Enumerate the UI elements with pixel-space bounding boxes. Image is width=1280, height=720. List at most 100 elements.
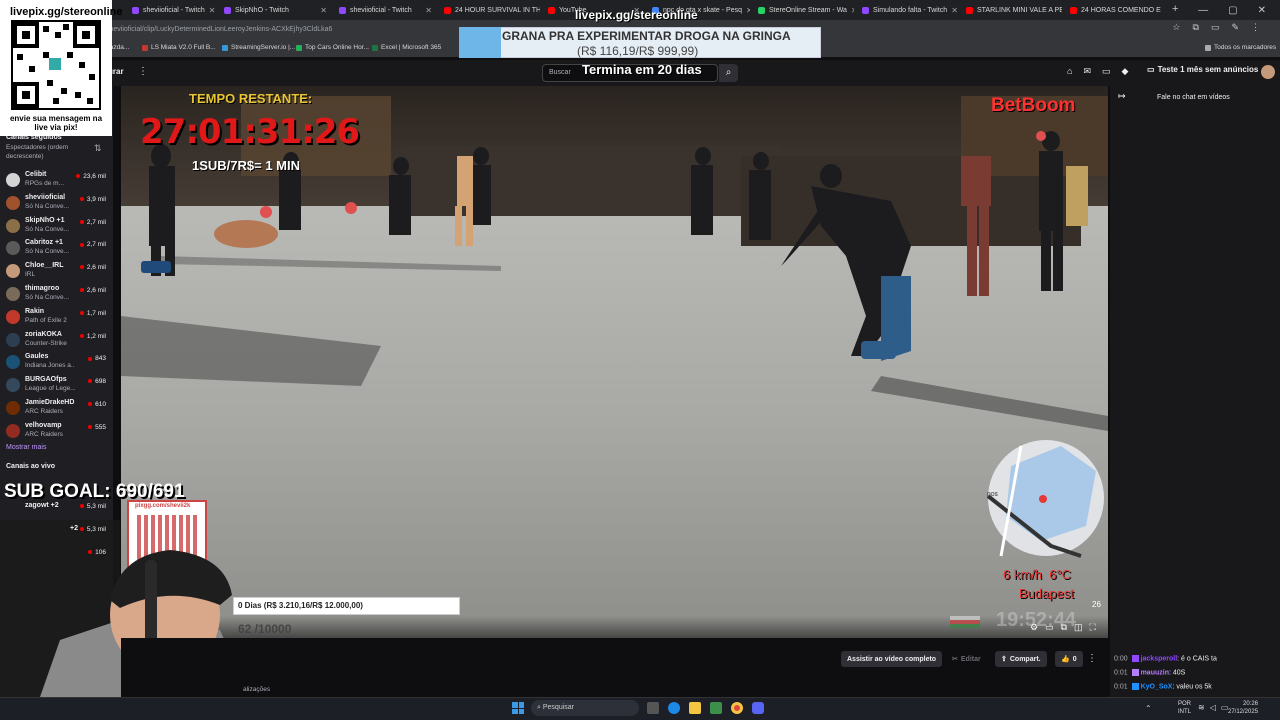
wifi-icon[interactable]: ≋ xyxy=(1198,703,1205,712)
live-channel[interactable]: +2 5,3 mil xyxy=(6,521,108,543)
live-dot-icon xyxy=(79,242,84,247)
sidebar-channel[interactable]: Rakin Path of Exile 2 1,7 mil xyxy=(6,307,108,329)
store-icon[interactable] xyxy=(710,702,722,714)
channel-name: JamieDrakeHD xyxy=(25,399,75,406)
chat-username[interactable]: jacksperoll xyxy=(1141,655,1178,662)
tab-favicon xyxy=(444,6,451,14)
live-channel[interactable]: 106 xyxy=(6,544,108,566)
new-tab-button[interactable]: + xyxy=(1172,3,1178,15)
show-more-link[interactable]: Mostrar mais xyxy=(6,444,46,451)
close-tab-icon[interactable]: ✕ xyxy=(320,6,327,15)
channel-game: ARC Raiders xyxy=(25,408,63,415)
cast-icon[interactable]: ▭ xyxy=(1211,22,1220,33)
goal-title: GRANA PRA EXPERIMENTAR DROGA NA GRINGA xyxy=(502,29,791,43)
sidebar-channel[interactable]: thimagroo Só Na Conve... 2,6 mil xyxy=(6,284,108,306)
close-tab-icon[interactable]: ✕ xyxy=(746,6,750,15)
copilot-icon[interactable] xyxy=(668,702,680,714)
discord-icon[interactable] xyxy=(752,702,764,714)
tab-label: 24 HOUR SURVIVAL IN TH xyxy=(455,6,540,14)
minimize-icon[interactable]: — xyxy=(1198,5,1208,16)
chat-username[interactable]: mauuzin xyxy=(1141,669,1169,676)
viewer-count: 1,7 mil xyxy=(79,310,106,317)
sidebar-channel[interactable]: Celibit RPGs de m... 23,6 mil xyxy=(6,170,108,192)
inbox-icon[interactable]: ⌂ xyxy=(1067,66,1072,77)
live-channel[interactable]: zagowt +2 5,3 mil xyxy=(6,498,108,520)
like-button[interactable]: 👍 0 xyxy=(1055,651,1083,667)
temp-value: 6°C xyxy=(1049,567,1072,582)
qr-pattern xyxy=(13,22,99,108)
watch-full-video-button[interactable]: Assistir ao vídeo completo xyxy=(841,651,943,667)
taskbar-search[interactable]: ⌕ Pesquisar xyxy=(531,700,639,716)
channel-game: RPGs de m... xyxy=(25,180,65,187)
collapse-icon[interactable]: ↦ xyxy=(1118,91,1126,102)
ad-free-promo-button[interactable]: ▭ Teste 1 mês sem anúncios xyxy=(1147,65,1258,74)
share-button[interactable]: ⇪ Compart. xyxy=(995,651,1047,667)
tab-favicon xyxy=(224,6,231,14)
chrome-icon[interactable] xyxy=(731,702,743,714)
task-view-icon[interactable] xyxy=(647,702,659,714)
all-bookmarks-link[interactable]: Todos os marcadores xyxy=(1205,44,1276,51)
bookmark-item[interactable]: LS Miata V2.0 Full B... xyxy=(142,44,216,51)
bits-icon[interactable]: ◆ xyxy=(1122,66,1129,77)
search-icon[interactable]: ⌕ xyxy=(719,64,738,82)
system-clock[interactable]: 20:26 27/12/2025 xyxy=(1228,700,1258,716)
url-field[interactable]: sheviioficial/clip/LuckyDeterminedLionLe… xyxy=(106,26,332,33)
bookmark-item[interactable]: Top Cars Online Hor... xyxy=(296,44,369,51)
channel-name: Rakin xyxy=(25,307,45,315)
browser-tab[interactable]: sheviioficial - Twitch ✕ xyxy=(335,2,436,18)
extensions-icon[interactable]: ⧉ xyxy=(1193,22,1199,33)
fullscreen-icon[interactable]: ⛶ xyxy=(1090,622,1096,633)
notifications-icon[interactable]: ▭ xyxy=(1102,66,1111,77)
mail-icon[interactable]: ✉ xyxy=(1083,66,1091,77)
chat-username[interactable]: KyO_SoX xyxy=(1141,683,1173,690)
tray-chevron-icon[interactable]: ⌃ xyxy=(1145,704,1152,713)
browser-tab[interactable]: sheviioficial - Twitch ✕ xyxy=(128,2,216,18)
avatar[interactable] xyxy=(1261,65,1275,79)
sort-icon[interactable]: ⇅ xyxy=(94,143,102,154)
more-icon[interactable]: ⋮ xyxy=(138,66,148,77)
close-tab-icon[interactable]: ✕ xyxy=(209,6,216,15)
windows-start-icon[interactable] xyxy=(512,702,524,714)
avatar xyxy=(6,423,20,438)
volume-icon[interactable]: ◁ xyxy=(1210,703,1216,712)
menu-icon[interactable]: ⋮ xyxy=(1251,22,1260,33)
file-explorer-icon[interactable] xyxy=(689,702,701,714)
channel-name: Gaules xyxy=(25,353,49,361)
sidebar-channel[interactable]: Gaules Indiana Jones a... 843 xyxy=(6,352,108,374)
channel-game: Só Na Conve... xyxy=(25,225,70,233)
star-icon[interactable]: ☆ xyxy=(1172,22,1180,33)
close-tab-icon[interactable]: ✕ xyxy=(951,6,958,15)
viewer-count: 2,6 mil xyxy=(79,264,106,271)
sidebar-channel[interactable]: velhovamp ARC Raiders 555 xyxy=(6,421,108,443)
close-tab-icon[interactable]: ✕ xyxy=(1165,6,1166,15)
sidebar-channel[interactable]: JamieDrakeHD ARC Raiders 610 xyxy=(6,398,108,420)
pen-icon[interactable]: ✎ xyxy=(1231,22,1239,33)
maximize-icon[interactable]: ▢ xyxy=(1228,5,1237,16)
keyboard-language[interactable]: POR INTL xyxy=(1178,700,1191,716)
sidebar-channel[interactable]: SkipNhO +1 Só Na Conve... 2,7 mil xyxy=(6,216,108,238)
live-dot-icon xyxy=(88,356,93,361)
browser-tab[interactable]: STARLINK MINI VALE A PE✕ xyxy=(962,2,1062,18)
channel-name: zoriaKOKA xyxy=(25,330,62,338)
viewer-count: 5,3 mil xyxy=(79,503,106,510)
browser-tab[interactable]: SkipNhO - Twitch ✕ xyxy=(220,2,331,18)
tab-label: sheviioficial - Twitch xyxy=(350,6,412,14)
close-tab-icon[interactable]: ✕ xyxy=(851,6,854,15)
more-options-icon[interactable]: ⋮ xyxy=(1087,653,1097,664)
sidebar-channel[interactable]: Cabritoz +1 Só Na Conve... 2,7 mil xyxy=(6,238,108,260)
browser-tab[interactable]: StereOnline Stream - Wa ✕ xyxy=(754,2,854,18)
close-tab-icon[interactable]: ✕ xyxy=(425,6,432,15)
sidebar-channel[interactable]: zoriaKOKA Counter-Strike 1,2 mil xyxy=(6,330,108,352)
sidebar-channel[interactable]: BURGAOfps League of Lege... 698 xyxy=(6,375,108,397)
bookmark-item[interactable]: Excel | Microsoft 365 xyxy=(372,44,441,51)
browser-tab[interactable]: 24 HORAS COMENDO E ✕ xyxy=(1066,2,1166,18)
clock: 19:52:44 xyxy=(996,609,1077,631)
badge-icon xyxy=(1131,655,1139,662)
browser-tab[interactable]: 24 HOUR SURVIVAL IN TH✕ xyxy=(440,2,540,18)
browser-tab[interactable]: Simulando falta - Twitch ✕ xyxy=(858,2,958,18)
sidebar-channel[interactable]: sheviioficial Só Na Conve... 3,9 mil xyxy=(6,193,108,215)
edit-button[interactable]: ✂ Editar xyxy=(946,651,987,667)
close-icon[interactable]: ✕ xyxy=(1258,5,1266,16)
sidebar-channel[interactable]: Chloe__IRL IRL 2,6 mil xyxy=(6,261,108,283)
bookmark-item[interactable]: StreamingServer.io |... xyxy=(222,44,295,51)
